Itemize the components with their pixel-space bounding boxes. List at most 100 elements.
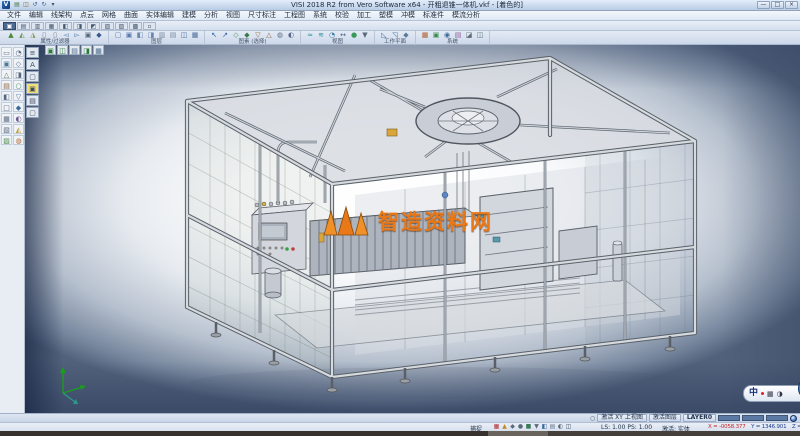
- display-mode-icon[interactable]: ▢: [26, 107, 39, 118]
- ribbon-icon[interactable]: ≈: [305, 31, 315, 40]
- left-tool-icon[interactable]: ◇: [13, 58, 24, 68]
- ribbon-tab[interactable]: ▧: [101, 22, 114, 30]
- menu-item[interactable]: 塑模: [375, 11, 397, 20]
- annotation-toggle-icon[interactable]: A: [26, 59, 39, 70]
- menu-item[interactable]: 模流分析: [448, 11, 484, 20]
- ribbon-tab[interactable]: ▨: [115, 22, 128, 30]
- ribbon-tab[interactable]: ▫: [143, 22, 156, 30]
- status-panel-block[interactable]: [718, 415, 740, 421]
- menu-item[interactable]: 尺寸标注: [244, 11, 280, 20]
- menu-item[interactable]: 冲模: [397, 11, 419, 20]
- display-mode-icon[interactable]: ▤: [26, 95, 39, 106]
- viewport-tool-icon[interactable]: ◨: [81, 45, 92, 55]
- cad-model-3d[interactable]: [25, 45, 800, 413]
- ribbon-icon[interactable]: ◭: [17, 31, 27, 40]
- viewport-tool-icon[interactable]: ◫: [57, 45, 68, 55]
- redo-icon[interactable]: ↻: [40, 1, 48, 9]
- left-tool-icon[interactable]: ◔: [13, 47, 24, 57]
- ribbon-tab[interactable]: ▩: [129, 22, 142, 30]
- shaded-mode-icon[interactable]: ▣: [26, 83, 39, 94]
- left-tool-icon[interactable]: ◍: [13, 135, 24, 145]
- display-mode-icon[interactable]: ▢: [26, 71, 39, 82]
- ribbon-icon[interactable]: ◧: [135, 31, 145, 40]
- left-tool-icon[interactable]: ▧: [1, 124, 12, 134]
- ribbon-icon[interactable]: ▣: [431, 31, 441, 40]
- menu-item[interactable]: 加工: [353, 11, 375, 20]
- ribbon-icon[interactable]: ◐: [286, 31, 296, 40]
- menu-item[interactable]: 视图: [222, 11, 244, 20]
- left-tool-icon[interactable]: △: [1, 69, 12, 79]
- undo-icon[interactable]: ↺: [31, 1, 39, 9]
- render-sphere-icon[interactable]: [790, 415, 797, 422]
- left-tool-icon[interactable]: ◧: [1, 91, 12, 101]
- maximize-button[interactable]: □: [771, 1, 784, 9]
- ime-language-indicator[interactable]: 中: [749, 386, 758, 401]
- ime-settings-icon[interactable]: ◑: [777, 390, 783, 398]
- ribbon-icon[interactable]: ▤: [168, 31, 178, 40]
- snap-icon[interactable]: ◆: [509, 423, 516, 431]
- status-panel-block[interactable]: [742, 415, 764, 421]
- viewport-tool-icon[interactable]: ▣: [45, 45, 56, 55]
- menu-item[interactable]: 实体编辑: [142, 11, 178, 20]
- menu-item[interactable]: 校验: [331, 11, 353, 20]
- snap-icon[interactable]: ▦: [493, 423, 500, 431]
- viewport-tool-icon[interactable]: ▦: [93, 45, 104, 55]
- menu-item[interactable]: 标准件: [419, 11, 448, 20]
- viewport-tool-icon[interactable]: ▤: [69, 45, 80, 55]
- workplane-button[interactable]: 激活 XY 上视图: [597, 414, 647, 422]
- snap-icon[interactable]: ▤: [549, 423, 556, 431]
- ribbon-icon[interactable]: ●: [349, 31, 359, 40]
- snap-icon[interactable]: ▼: [533, 423, 540, 431]
- ribbon-icon[interactable]: ≋: [316, 31, 326, 40]
- ribbon-icon[interactable]: ◮: [28, 31, 38, 40]
- save-icon[interactable]: ◫: [22, 1, 30, 9]
- ribbon-icon[interactable]: ▢: [113, 31, 123, 40]
- ribbon-icon[interactable]: ◫: [179, 31, 189, 40]
- left-tool-icon[interactable]: ◆: [13, 102, 24, 112]
- menu-item[interactable]: 系统: [309, 11, 331, 20]
- menu-item[interactable]: 编辑: [25, 11, 47, 20]
- left-tool-icon[interactable]: ▽: [13, 91, 24, 101]
- left-tool-icon[interactable]: ◭: [13, 124, 24, 134]
- ribbon-icon[interactable]: ▦: [190, 31, 200, 40]
- snap-icon[interactable]: ▲: [501, 423, 508, 431]
- menu-item[interactable]: 建模: [178, 11, 200, 20]
- ribbon-tab[interactable]: ▦: [45, 22, 58, 30]
- layer-name-button[interactable]: LAYER0: [683, 414, 716, 422]
- snap-icon[interactable]: ■: [525, 423, 532, 431]
- left-tool-icon[interactable]: ○: [13, 80, 24, 90]
- ribbon-tab[interactable]: ▤: [17, 22, 30, 30]
- ribbon-icon[interactable]: ▣: [124, 31, 134, 40]
- quick-access-dropdown-icon[interactable]: ▾: [49, 1, 57, 9]
- view-menu-icon[interactable]: ≡: [26, 47, 39, 58]
- ribbon-icon[interactable]: ◪: [464, 31, 474, 40]
- menu-item[interactable]: 文件: [3, 11, 25, 20]
- left-tool-icon[interactable]: ▣: [1, 58, 12, 68]
- ime-keyboard-icon[interactable]: ▦: [767, 390, 774, 398]
- ribbon-icon[interactable]: ◍: [275, 31, 285, 40]
- ribbon-icon[interactable]: ▻: [72, 31, 82, 40]
- ribbon-tab[interactable]: ▣: [3, 22, 16, 30]
- ribbon-icon[interactable]: ↖: [209, 31, 219, 40]
- ribbon-icon[interactable]: ▼: [360, 31, 370, 40]
- left-tool-icon[interactable]: ▦: [1, 113, 12, 123]
- ribbon-tab[interactable]: ◨: [73, 22, 86, 30]
- menu-item[interactable]: 网格: [98, 11, 120, 20]
- snap-icon[interactable]: ◧: [541, 423, 548, 431]
- snap-icon[interactable]: ◐: [557, 423, 564, 431]
- menu-item[interactable]: 曲面: [120, 11, 142, 20]
- ribbon-tab[interactable]: ▥: [31, 22, 44, 30]
- ime-toolbar[interactable]: 中 ▦ ◑: [743, 377, 800, 407]
- left-tool-icon[interactable]: ◐: [13, 113, 24, 123]
- magnifier-icon[interactable]: ○: [590, 415, 595, 422]
- menu-item[interactable]: 点云: [76, 11, 98, 20]
- menu-item[interactable]: 工程图: [280, 11, 309, 20]
- snap-icon[interactable]: ◫: [565, 423, 572, 431]
- ribbon-icon[interactable]: ↗: [220, 31, 230, 40]
- left-tool-icon[interactable]: ◨: [13, 69, 24, 79]
- open-file-icon[interactable]: ▤: [13, 1, 21, 9]
- snap-icon[interactable]: ●: [517, 423, 524, 431]
- menu-item[interactable]: 线架构: [47, 11, 76, 20]
- left-tool-icon[interactable]: ▨: [1, 135, 12, 145]
- left-tool-icon[interactable]: □: [1, 102, 12, 112]
